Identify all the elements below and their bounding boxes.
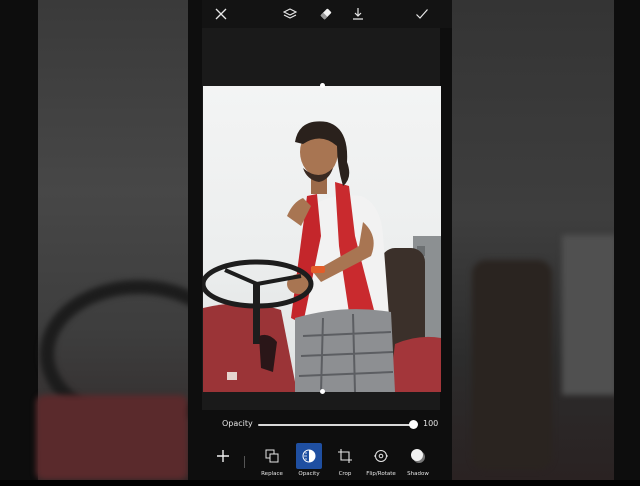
blurred-tractor-seat	[472, 260, 552, 470]
tool-flip-rotate[interactable]: Flip/Rotate	[362, 443, 400, 480]
eraser-icon[interactable]	[317, 5, 335, 23]
top-toolbar	[202, 0, 452, 28]
tool-flip-rotate-label: Flip/Rotate	[366, 471, 396, 477]
download-icon[interactable]	[349, 5, 367, 23]
photo-layer[interactable]	[203, 86, 441, 392]
opacity-label: Opacity	[222, 419, 253, 428]
orange-bracelet	[311, 266, 325, 273]
photo-content	[203, 121, 441, 392]
blurred-building	[562, 235, 617, 395]
tool-opacity-label: Opacity	[298, 471, 320, 477]
plus-icon	[217, 450, 229, 462]
flip-rotate-icon	[368, 443, 394, 469]
editor-screen: Opacity 100 Replace Opacity Crop Flip/Ro…	[188, 0, 452, 480]
opacity-slider-thumb[interactable]	[409, 420, 418, 429]
steering-column	[253, 284, 260, 344]
tool-crop[interactable]: Crop	[326, 443, 364, 480]
layers-icon[interactable]	[281, 5, 299, 23]
shadow-icon	[405, 443, 431, 469]
blurred-background-right	[452, 0, 640, 480]
checked-lungi	[295, 309, 395, 392]
tractor-hood	[203, 303, 297, 392]
close-icon[interactable]	[212, 5, 230, 23]
replace-icon	[259, 443, 285, 469]
add-button[interactable]	[206, 449, 240, 486]
tractor-fender	[389, 336, 441, 392]
toolbar-divider	[244, 456, 245, 468]
resize-handle-bottom[interactable]	[320, 389, 325, 394]
bottom-toolbar: Replace Opacity Crop Flip/Rotate Shadow	[202, 440, 452, 480]
opacity-icon	[296, 443, 322, 469]
tool-shadow-label: Shadow	[407, 471, 429, 477]
tool-shadow[interactable]: Shadow	[399, 443, 437, 480]
opacity-slider[interactable]	[258, 424, 414, 426]
tool-replace[interactable]: Replace	[253, 443, 291, 480]
blurred-background-left	[0, 0, 188, 480]
blurred-tractor-body	[36, 395, 188, 480]
letterbox-edge	[614, 0, 640, 480]
letterbox-edge	[0, 0, 38, 480]
tool-replace-label: Replace	[261, 471, 283, 477]
tool-crop-label: Crop	[338, 471, 352, 477]
tool-opacity[interactable]: Opacity	[290, 443, 328, 480]
opacity-value: 100	[423, 419, 439, 428]
checkmark-icon[interactable]	[413, 5, 431, 23]
resize-handle-top[interactable]	[320, 83, 325, 88]
opacity-control: Opacity 100	[202, 414, 440, 436]
crop-icon	[332, 443, 358, 469]
